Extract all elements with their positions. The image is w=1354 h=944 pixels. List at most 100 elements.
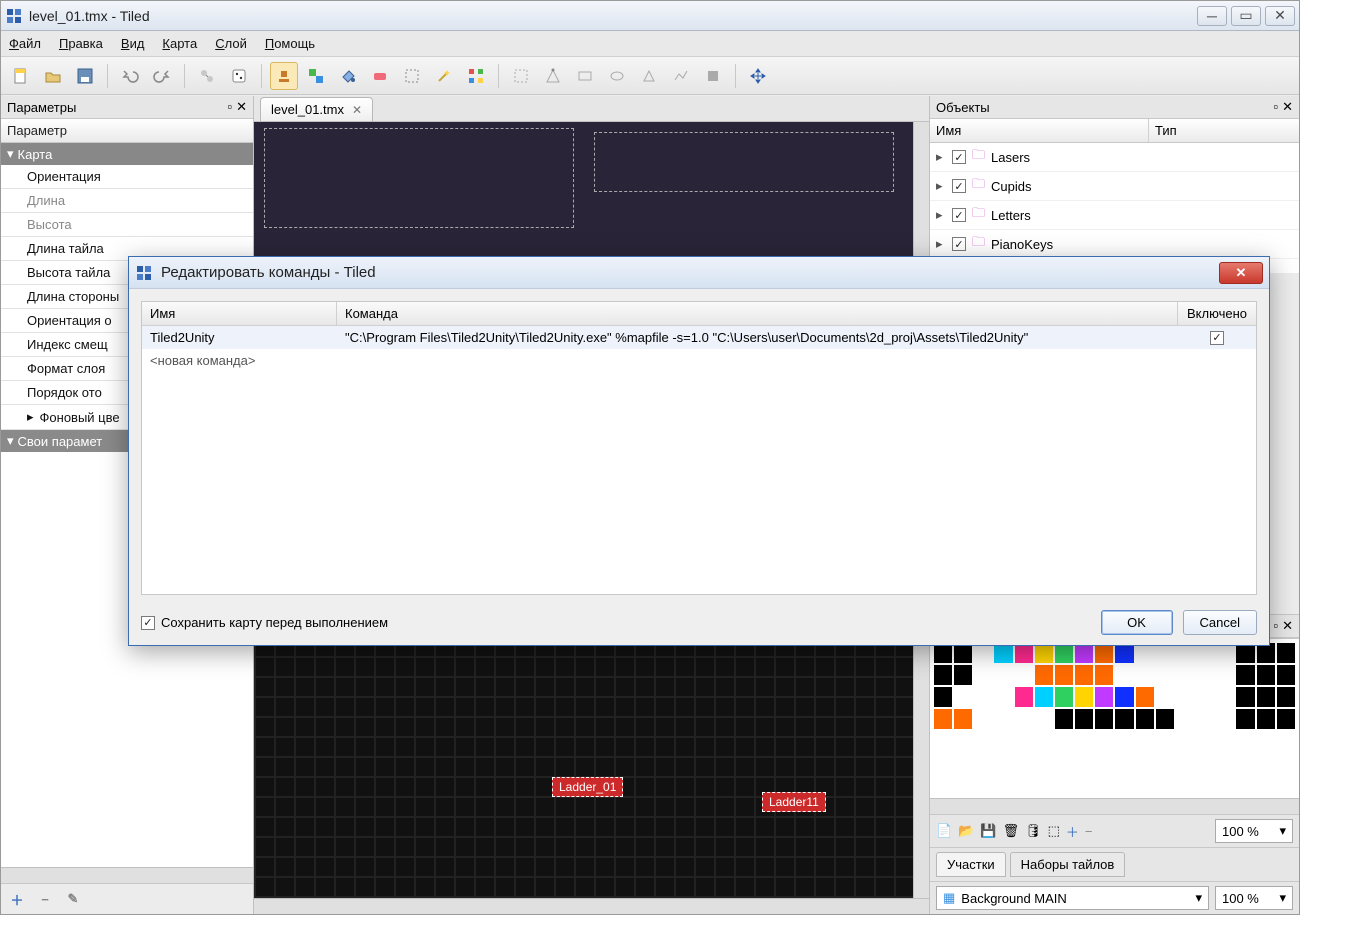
col-enabled[interactable]: Включено	[1178, 302, 1256, 325]
objects-col-type[interactable]: Тип	[1149, 119, 1299, 142]
command-icon[interactable]	[193, 62, 221, 90]
menu-help[interactable]: Помощь	[265, 36, 315, 51]
stamp-tool-icon[interactable]	[270, 62, 298, 90]
rect-select-icon[interactable]	[398, 62, 426, 90]
object-checkbox[interactable]: ✓	[952, 208, 966, 222]
menu-edit[interactable]: Правка	[59, 36, 103, 51]
open-file-icon[interactable]	[39, 62, 67, 90]
ts-remove-icon[interactable]: −	[1085, 824, 1093, 839]
insert-ellipse-icon[interactable]	[603, 62, 631, 90]
insert-tile-icon[interactable]	[699, 62, 727, 90]
undo-icon[interactable]	[116, 62, 144, 90]
object-row[interactable]: ▸✓🗀Letters	[930, 201, 1299, 230]
dialog-titlebar: Редактировать команды - Tiled ✕	[129, 257, 1269, 289]
panel-close-icon[interactable]: ✕	[1282, 99, 1293, 115]
command-name-cell[interactable]: Tiled2Unity	[142, 326, 337, 349]
canvas-hscroll[interactable]	[254, 898, 929, 914]
ts-edit-icon[interactable]: ⬚	[1048, 823, 1060, 839]
tileset-zoom[interactable]: 100 %▾	[1215, 819, 1293, 843]
tileset-select[interactable]: ▦ Background MAIN ▾	[936, 886, 1209, 910]
objects-col-name[interactable]: Имя	[930, 119, 1149, 142]
minimize-button[interactable]: ─	[1197, 6, 1227, 26]
ts-new-icon[interactable]: 📄	[936, 823, 952, 839]
command-enabled-checkbox[interactable]: ✓	[1210, 331, 1224, 345]
app-icon	[5, 7, 23, 25]
insert-polygon-icon[interactable]	[635, 62, 663, 90]
move-icon[interactable]	[744, 62, 772, 90]
object-checkbox[interactable]: ✓	[952, 150, 966, 164]
magic-wand-icon[interactable]	[430, 62, 458, 90]
tab-terrains[interactable]: Участки	[936, 852, 1006, 877]
panel-float-icon[interactable]: ▫	[1273, 99, 1278, 115]
object-label-ladder11[interactable]: Ladder11	[762, 792, 826, 812]
save-file-icon[interactable]	[71, 62, 99, 90]
prop-height[interactable]: Высота	[1, 213, 253, 237]
save-before-run-checkbox[interactable]: ✓ Сохранить карту перед выполнением	[141, 615, 388, 630]
fill-tool-icon[interactable]	[334, 62, 362, 90]
terrain-tool-icon[interactable]	[302, 62, 330, 90]
menu-view[interactable]: Вид	[121, 36, 145, 51]
edit-polygon-icon[interactable]	[539, 62, 567, 90]
document-tab[interactable]: level_01.tmx ✕	[260, 97, 373, 121]
prop-length[interactable]: Длина	[1, 189, 253, 213]
panel-close-icon[interactable]: ✕	[1282, 618, 1293, 634]
folder-icon: 🗀	[972, 233, 985, 255]
tab-close-icon[interactable]: ✕	[352, 103, 362, 117]
insert-rect-icon[interactable]	[571, 62, 599, 90]
panel-float-icon[interactable]: ▫	[1273, 618, 1278, 634]
app-icon	[135, 264, 153, 282]
panel-float-icon[interactable]: ▫	[227, 99, 232, 115]
object-checkbox[interactable]: ✓	[952, 237, 966, 251]
tab-tilesets[interactable]: Наборы тайлов	[1010, 852, 1126, 877]
object-row[interactable]: ▸✓🗀PianoKeys	[930, 230, 1299, 259]
tileset-view[interactable]	[930, 638, 1299, 798]
object-label-ladder01[interactable]: Ladder_01	[552, 777, 623, 797]
menu-layer[interactable]: Слой	[215, 36, 247, 51]
eraser-tool-icon[interactable]	[366, 62, 394, 90]
insert-polyline-icon[interactable]	[667, 62, 695, 90]
edit-property-icon[interactable]: ✎	[63, 890, 83, 908]
panel-close-icon[interactable]: ✕	[236, 99, 247, 115]
cancel-button[interactable]: Cancel	[1183, 610, 1257, 635]
properties-hscroll[interactable]	[1, 867, 253, 883]
prop-orientation[interactable]: Ориентация	[1, 165, 253, 189]
new-file-icon[interactable]	[7, 62, 35, 90]
new-command-row[interactable]: <новая команда>	[142, 349, 1256, 372]
tileset-hscroll[interactable]	[930, 798, 1299, 814]
prop-group-map[interactable]: ▾Карта	[1, 143, 253, 165]
ts-open-icon[interactable]: 📂	[958, 823, 974, 839]
ts-save-icon[interactable]: 💾	[980, 823, 996, 839]
objects-header: Имя Тип	[930, 119, 1299, 143]
menu-file[interactable]: Файл	[9, 36, 41, 51]
ts-add-icon[interactable]: ＋	[1066, 822, 1079, 841]
object-row[interactable]: ▸✓🗀Cupids	[930, 172, 1299, 201]
object-label: Cupids	[991, 179, 1031, 194]
col-command[interactable]: Команда	[337, 302, 1178, 325]
objects-list: ▸✓🗀Lasers ▸✓🗀Cupids ▸✓🗀Letters ▸✓🗀PianoK…	[930, 143, 1299, 273]
menu-map[interactable]: Карта	[162, 36, 197, 51]
object-label: Lasers	[991, 150, 1030, 165]
random-icon[interactable]	[225, 62, 253, 90]
add-property-icon[interactable]: ＋	[7, 890, 27, 908]
ts-props-icon[interactable]: 🛢	[1025, 823, 1042, 839]
object-checkbox[interactable]: ✓	[952, 179, 966, 193]
dialog-close-button[interactable]: ✕	[1219, 262, 1263, 284]
command-cmd-cell[interactable]: "C:\Program Files\Tiled2Unity\Tiled2Unit…	[337, 326, 1178, 349]
select-object-icon[interactable]	[507, 62, 535, 90]
ts-delete-icon[interactable]: 🗑	[1003, 823, 1020, 839]
maximize-button[interactable]: ▭	[1231, 6, 1261, 26]
remove-property-icon[interactable]: −	[35, 890, 55, 908]
grid-icon: ▦	[943, 890, 955, 906]
ok-button[interactable]: OK	[1101, 610, 1173, 635]
same-tile-select-icon[interactable]	[462, 62, 490, 90]
properties-column-header: Параметр	[1, 119, 253, 143]
command-row[interactable]: Tiled2Unity "C:\Program Files\Tiled2Unit…	[142, 326, 1256, 349]
close-button[interactable]: ✕	[1265, 6, 1295, 26]
map-zoom[interactable]: 100 %▾	[1215, 886, 1293, 910]
titlebar: level_01.tmx - Tiled ─ ▭ ✕	[1, 1, 1299, 31]
object-row[interactable]: ▸✓🗀Lasers	[930, 143, 1299, 172]
menubar: Файл Правка Вид Карта Слой Помощь	[1, 31, 1299, 57]
tileset-select-label: Background MAIN	[961, 891, 1067, 906]
col-name[interactable]: Имя	[142, 302, 337, 325]
redo-icon[interactable]	[148, 62, 176, 90]
